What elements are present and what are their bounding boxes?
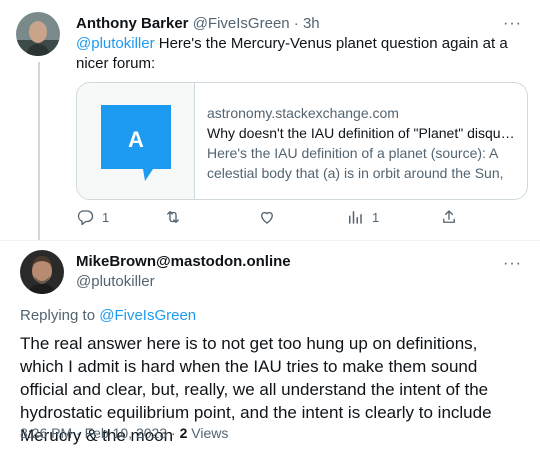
reply-icon xyxy=(77,210,94,226)
tweet-time[interactable]: 3h xyxy=(303,15,320,32)
author-name[interactable]: Anthony Barker xyxy=(76,15,189,32)
avatar[interactable] xyxy=(20,250,64,294)
share-button[interactable] xyxy=(440,204,458,230)
more-options-icon[interactable]: ··· xyxy=(503,256,522,272)
author-handle[interactable]: @FiveIsGreen xyxy=(193,15,290,32)
retweet-button[interactable] xyxy=(164,204,190,230)
avatar[interactable] xyxy=(16,12,60,56)
stackexchange-logo-icon: A xyxy=(101,105,171,181)
meta-separator: · xyxy=(167,425,180,441)
analytics-icon xyxy=(349,211,362,224)
card-description-line: Here's the IAU definition of a planet (s… xyxy=(207,145,504,181)
heart-icon xyxy=(261,211,273,224)
retweet-icon xyxy=(167,211,179,223)
reply-count: 1 xyxy=(102,209,110,225)
more-options-icon[interactable]: ··· xyxy=(503,16,522,32)
tweet-original[interactable]: Anthony Barker @FiveIsGreen · 3h ··· @pl… xyxy=(0,0,540,240)
card-body: astronomy.stackexchange.com Why doesn't … xyxy=(207,103,519,183)
views-button[interactable]: 1 xyxy=(346,204,379,230)
card-domain: astronomy.stackexchange.com xyxy=(207,105,399,121)
meta-separator: · xyxy=(72,425,85,441)
avatar-photo-icon xyxy=(20,250,64,294)
header-separator: · xyxy=(289,15,303,32)
tweet-time[interactable]: 8:26 PM xyxy=(20,425,72,441)
link-preview-card[interactable]: A astronomy.stackexchange.com Why doesn'… xyxy=(76,82,528,200)
tweet-meta: 8:26 PM · Feb 10, 2023 · 2 Views xyxy=(20,424,228,442)
replying-prefix: Replying to xyxy=(20,307,100,324)
tweet-text: @plutokiller Here's the Mercury-Venus pl… xyxy=(76,34,516,74)
author-name[interactable]: MikeBrown@mastodon.online xyxy=(76,252,291,272)
replying-to: Replying to @FiveIsGreen xyxy=(20,306,196,326)
tweet-divider xyxy=(0,240,540,241)
tweet-header: Anthony Barker @FiveIsGreen · 3h xyxy=(76,14,320,34)
avatar-photo-icon xyxy=(16,12,60,56)
like-button[interactable] xyxy=(258,204,284,230)
share-icon xyxy=(443,210,455,223)
card-thumbnail: A xyxy=(77,83,195,199)
thread-connector-line xyxy=(38,62,40,240)
card-title: Why doesn't the IAU definition of "Plane… xyxy=(207,125,519,141)
views-label: Views xyxy=(187,425,229,441)
tweet-actions: 1 1 xyxy=(76,204,528,230)
card-thumb-letter: A xyxy=(128,127,144,152)
tweet-date[interactable]: Feb 10, 2023 xyxy=(85,425,168,441)
replying-to-link[interactable]: @FiveIsGreen xyxy=(99,307,196,324)
reply-button[interactable]: 1 xyxy=(76,204,109,230)
views-count: 1 xyxy=(372,209,380,225)
mention-link[interactable]: @plutokiller xyxy=(76,35,155,52)
author-handle[interactable]: @plutokiller xyxy=(76,272,155,292)
